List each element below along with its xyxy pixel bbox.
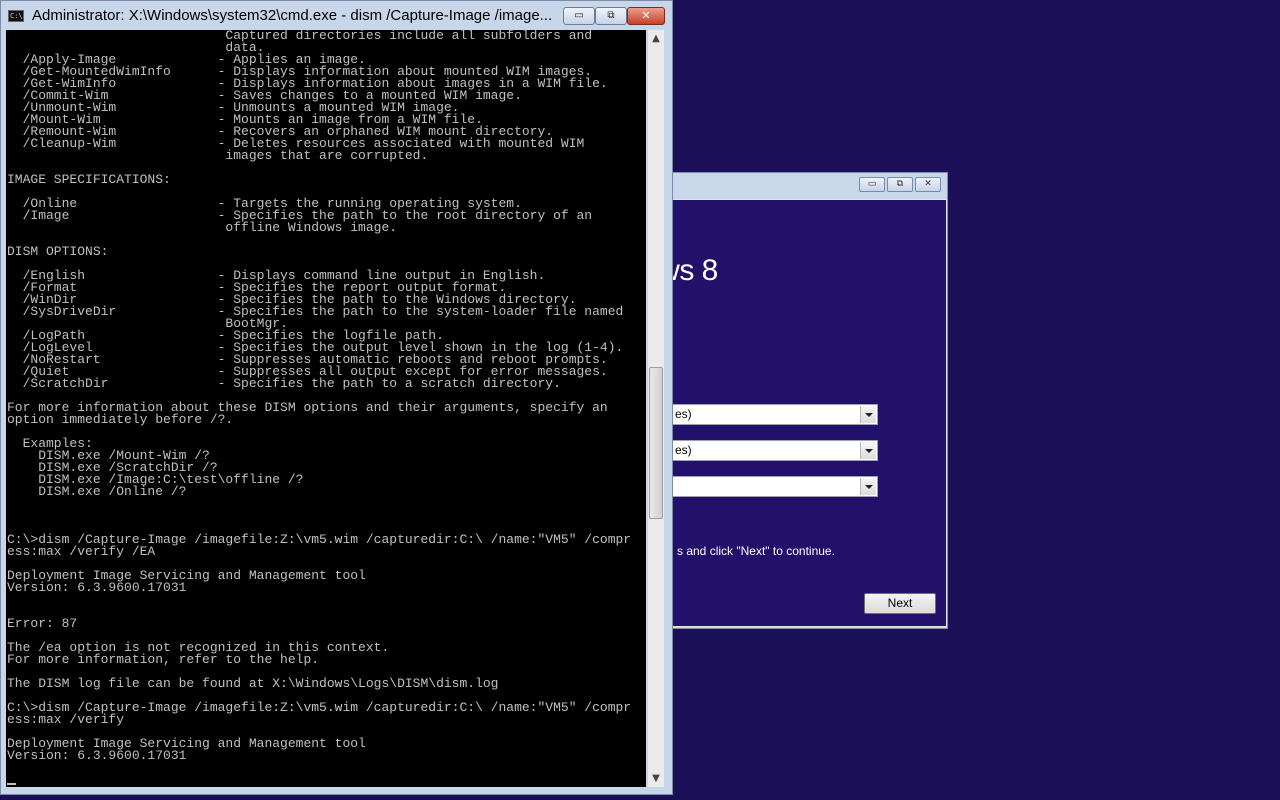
setup-caption-buttons: ▭ ⧉ ✕	[859, 177, 941, 192]
minimize-icon: ▭	[867, 179, 877, 189]
console-output[interactable]: Captured directories include all subfold…	[6, 30, 646, 787]
setup-minimize-button[interactable]: ▭	[859, 177, 885, 192]
console-line: The DISM log file can be found at X:\Win…	[7, 676, 499, 691]
cmd-window: C:\ Administrator: X:\Windows\system32\c…	[0, 0, 673, 795]
chevron-down-icon[interactable]	[860, 406, 876, 423]
console-line: Version: 6.3.9600.17031	[7, 580, 187, 595]
console-line: DISM.exe /Online /?	[7, 484, 187, 499]
close-icon: ✕	[641, 9, 651, 22]
text-cursor	[7, 783, 16, 785]
setup-maximize-button[interactable]: ⧉	[887, 177, 913, 192]
language-select-value: es)	[675, 407, 692, 421]
console-line: Error: 87	[7, 616, 78, 631]
close-icon: ✕	[924, 179, 932, 189]
console-line: IMAGE SPECIFICATIONS:	[7, 172, 171, 187]
scroll-up-arrow-icon[interactable]: ▲	[648, 30, 664, 47]
chevron-down-icon[interactable]	[860, 478, 876, 495]
cmd-icon[interactable]: C:\	[8, 10, 24, 22]
console-line: ess:max /verify	[7, 712, 125, 727]
console-line: DISM OPTIONS:	[7, 244, 109, 259]
cmd-title-bar[interactable]: C:\ Administrator: X:\Windows\system32\c…	[1, 1, 672, 31]
maximize-icon: ⧉	[607, 10, 615, 21]
minimize-icon: ▭	[574, 10, 584, 21]
close-button[interactable]: ✕	[627, 7, 665, 25]
maximize-button[interactable]: ⧉	[595, 7, 627, 25]
window-title: Administrator: X:\Windows\system32\cmd.e…	[32, 7, 553, 24]
console-line: Version: 6.3.9600.17031	[7, 748, 187, 763]
setup-close-button[interactable]: ✕	[915, 177, 941, 192]
console-line: For more information, refer to the help.	[7, 652, 320, 667]
scrollbar-thumb[interactable]	[649, 367, 663, 519]
console-line: offline Windows image.	[7, 220, 398, 235]
vertical-scrollbar[interactable]: ▲ ▼	[647, 30, 664, 787]
chevron-down-icon[interactable]	[860, 442, 876, 459]
console-line: images that are corrupted.	[7, 148, 429, 163]
next-button[interactable]: Next	[864, 593, 936, 614]
setup-instruction-text: s and click "Next" to continue.	[677, 544, 835, 558]
maximize-icon: ⧉	[896, 179, 904, 189]
time-currency-format-value: es)	[675, 443, 692, 457]
scroll-down-arrow-icon[interactable]: ▼	[648, 770, 664, 787]
console-text: Captured directories include all subfold…	[6, 30, 646, 762]
console-line: /ScratchDir - Specifies the path to a sc…	[7, 376, 561, 391]
minimize-button[interactable]: ▭	[563, 7, 595, 25]
console-line: ess:max /verify /EA	[7, 544, 156, 559]
console-line: option immediately before /?.	[7, 412, 234, 427]
